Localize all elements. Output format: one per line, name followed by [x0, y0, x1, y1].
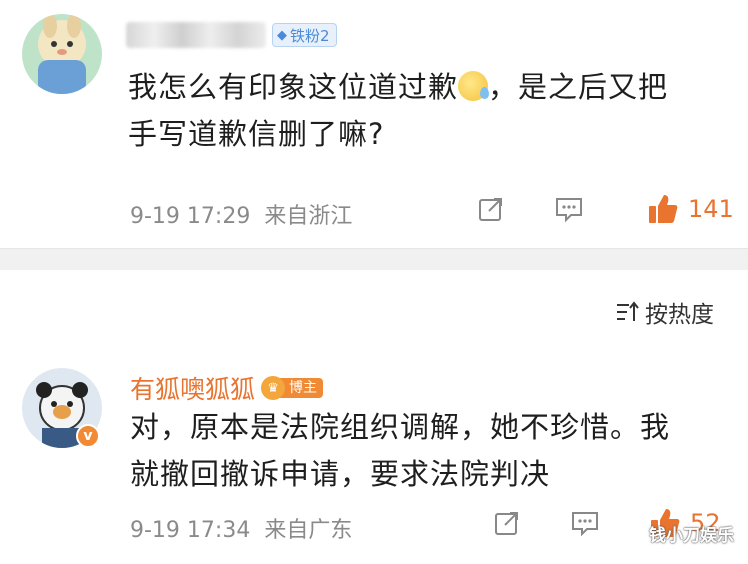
avatar-image [22, 14, 102, 94]
comment-text: 对，原本是法院组织调解，她不珍惜。我 就撤回撤诉申请，要求法院判决 [130, 404, 670, 498]
blogger-badge: ♛ 博主 [261, 375, 324, 401]
username-blurred[interactable] [126, 22, 266, 48]
section-divider [0, 248, 748, 270]
comment-location: 来自广东 [264, 518, 353, 543]
sort-label: 按热度 [645, 302, 714, 328]
comment-location: 来自浙江 [264, 204, 353, 229]
comment-icon[interactable] [552, 192, 586, 226]
comment-icon[interactable] [568, 506, 602, 540]
crown-icon: ♛ [261, 376, 286, 400]
comment-text-line: ，是之后又把 [488, 70, 669, 104]
username[interactable]: 有狐噢狐狐 [130, 370, 255, 406]
like-button[interactable]: 141 [646, 192, 734, 226]
fan-badge-label: 铁粉2 [290, 26, 330, 45]
share-icon[interactable] [490, 506, 524, 540]
share-icon[interactable] [474, 192, 508, 226]
comment-text-line: 就撤回撤诉申请，要求法院判决 [130, 457, 551, 491]
verified-icon: v [76, 424, 100, 448]
comment-meta: 9-19 17:29 来自浙江 [130, 198, 352, 230]
fan-badge[interactable]: ◆ 铁粉2 [272, 23, 337, 47]
comment-time: 9-19 17:34 [130, 518, 251, 543]
comment-actions: 141 [474, 192, 734, 226]
comment-text-line: 我怎么有印象这位道过歉 [128, 70, 459, 104]
comment-header: ◆ 铁粉2 [126, 22, 337, 48]
comment-header: 有狐噢狐狐 ♛ 博主 [130, 370, 324, 406]
like-icon [649, 195, 678, 223]
sort-toggle[interactable]: 按热度 [615, 295, 714, 329]
comment-time: 9-19 17:29 [130, 204, 251, 229]
comment-meta: 9-19 17:34 来自广东 [130, 512, 352, 544]
comment-text: 我怎么有印象这位道过歉 ，是之后又把 手写道歉信删了嘛? [128, 64, 668, 158]
sort-icon [617, 301, 639, 321]
diamond-icon: ◆ [277, 27, 287, 43]
comment-text-line: 手写道歉信删了嘛? [128, 117, 385, 151]
sleepy-emoji-icon [458, 71, 490, 101]
like-count: 141 [688, 195, 734, 223]
avatar[interactable] [22, 14, 102, 94]
blogger-badge-label: 博主 [279, 378, 324, 398]
comment-text-line: 对，原本是法院组织调解，她不珍惜。我 [130, 410, 671, 444]
watermark: 钱小刀娱乐 [649, 526, 734, 546]
